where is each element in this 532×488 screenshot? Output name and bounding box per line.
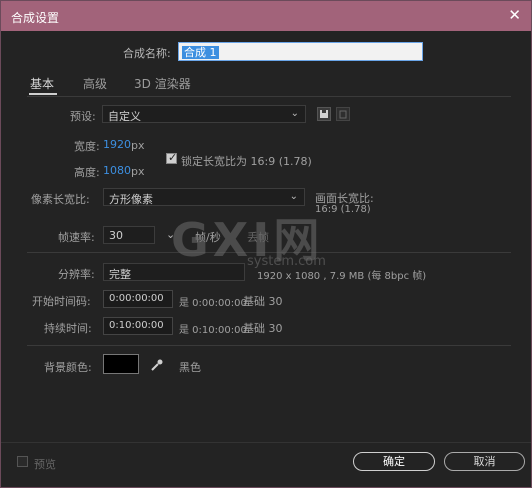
start-timecode-value: 0:00:00:00 — [109, 293, 164, 304]
background-color-label: 背景颜色: — [44, 361, 92, 374]
frame-rate-value: 30 — [109, 229, 123, 242]
width-unit: px — [131, 139, 145, 152]
comp-name-input[interactable]: 合成 1 — [178, 42, 423, 61]
pixel-aspect-value: 方形像素 — [109, 193, 153, 206]
frame-rate-label: 帧速率: — [58, 231, 95, 244]
frame-rate-input[interactable]: 30 — [103, 226, 155, 244]
duration-value: 0:10:00:00 — [109, 320, 164, 331]
tab-3d-renderer[interactable]: 3D 渲染器 — [134, 75, 191, 92]
tab-divider — [27, 96, 511, 97]
start-timecode-base: 基础 30 — [243, 295, 283, 308]
preview-checkbox[interactable] — [17, 456, 28, 467]
eyedropper-icon[interactable] — [149, 357, 165, 376]
duration-label: 持续时间: — [44, 322, 92, 335]
height-unit: px — [131, 165, 145, 178]
footer-divider — [1, 442, 531, 443]
background-color-swatch[interactable] — [103, 354, 139, 374]
close-icon[interactable]: ✕ — [508, 6, 521, 24]
preview-label: 预览 — [34, 458, 56, 471]
section-divider — [27, 345, 511, 346]
tab-advanced[interactable]: 高级 — [83, 75, 107, 92]
duration-base: 基础 30 — [243, 322, 283, 335]
width-value[interactable]: 1920 — [103, 138, 131, 151]
width-label: 宽度: — [74, 140, 100, 153]
preset-value: 自定义 — [108, 110, 141, 123]
start-timecode-input[interactable]: 0:00:00:00 — [103, 290, 173, 308]
ok-button[interactable]: 确定 — [353, 452, 435, 471]
delete-preset-icon[interactable] — [336, 107, 350, 121]
background-color-name: 黑色 — [179, 361, 201, 374]
comp-name-value: 合成 1 — [182, 46, 219, 59]
resolution-value: 完整 — [109, 268, 131, 281]
frame-aspect-value: 16:9 (1.78) — [315, 204, 371, 215]
comp-name-label: 合成名称: — [123, 47, 171, 60]
start-timecode-label: 开始时间码: — [32, 295, 91, 308]
window-title: 合成设置 — [11, 11, 60, 25]
height-label: 高度: — [74, 166, 100, 179]
watermark-url: system.com — [247, 254, 326, 269]
resolution-label: 分辨率: — [58, 268, 95, 281]
duration-input[interactable]: 0:10:00:00 — [103, 317, 173, 335]
duration-note: 是 0:10:00:00 — [179, 325, 247, 336]
save-preset-icon[interactable] — [317, 107, 331, 121]
chevron-down-icon: ⌄ — [290, 108, 299, 119]
title-bar: 合成设置 ✕ — [1, 1, 531, 31]
lock-aspect-label: 锁定长宽比为 16:9 (1.78) — [181, 155, 312, 168]
composition-settings-dialog: 合成设置 ✕ 合成名称: 合成 1 基本 高级 3D 渲染器 预设: 自定义 ⌄… — [0, 0, 532, 488]
preset-select[interactable]: 自定义 ⌄ — [102, 105, 306, 123]
cancel-button[interactable]: 取消 — [444, 452, 525, 471]
active-tab-indicator — [29, 93, 57, 95]
preset-label: 预设: — [70, 110, 96, 123]
height-value[interactable]: 1080 — [103, 164, 131, 177]
tab-basic[interactable]: 基本 — [30, 75, 54, 92]
lock-aspect-checkbox[interactable]: ✓ — [166, 151, 177, 164]
start-timecode-note: 是 0:00:00:00 — [179, 298, 247, 309]
pixel-aspect-label: 像素长宽比: — [31, 193, 90, 206]
chevron-down-icon: ⌄ — [289, 191, 298, 202]
